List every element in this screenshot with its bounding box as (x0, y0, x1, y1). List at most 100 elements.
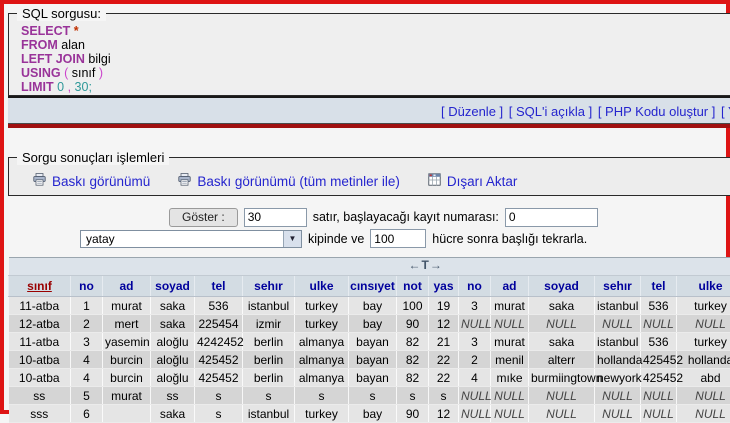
sql-query-legend: SQL sorgusu: (17, 6, 106, 21)
table-cell: istanbul (243, 297, 295, 315)
table-cell: 82 (397, 369, 429, 387)
dropdown-arrow-icon: ▼ (283, 231, 301, 247)
column-header-0-sınıf[interactable]: sınıf (9, 276, 71, 297)
print-view-label: Baskı görünümü (52, 174, 150, 189)
table-cell: 425452 (641, 351, 677, 369)
pagination-line2: yatay ▼ kipinde ve hücre sonra başlığı t… (80, 228, 726, 249)
query-link-3[interactable]: [ Y (721, 104, 730, 119)
table-cell: turkey (677, 297, 730, 315)
table-cell: s (397, 387, 429, 405)
start-record-input[interactable] (505, 208, 598, 227)
table-cell: 536 (195, 297, 243, 315)
table-row: 11-atba3yaseminaloğlu4242452berlinalmany… (9, 333, 730, 351)
print-view-link[interactable]: Baskı görünümü (33, 173, 150, 189)
table-cell: murat (491, 333, 529, 351)
pagination-line1: Göster : satır, başlayacağı kayıt numara… (169, 206, 726, 228)
table-cell: 90 (397, 315, 429, 333)
table-cell: 3 (459, 297, 491, 315)
table-cell: murat (103, 297, 151, 315)
sql-code: SELECT *FROM alanLEFT JOIN bilgiUSING ( … (9, 21, 730, 94)
column-header-11-ad[interactable]: ad (491, 276, 529, 297)
table-cell: bayan (349, 351, 397, 369)
display-direction-toggle[interactable]: ←T→ (409, 258, 443, 272)
table-cell: aloğlu (151, 333, 195, 351)
table-cell: 21 (429, 333, 459, 351)
table-cell: mıke (491, 369, 529, 387)
table-cell: 100 (397, 297, 429, 315)
table-cell: NULL (529, 315, 595, 333)
column-header-2-ad[interactable]: ad (103, 276, 151, 297)
table-cell: 4 (459, 369, 491, 387)
table-cell: burcin (103, 369, 151, 387)
query-link-1[interactable]: [ SQL'i açıkla ] (509, 104, 592, 119)
results-operations-legend: Sorgu sonuçları işlemleri (17, 150, 169, 165)
table-cell: almanya (295, 351, 349, 369)
table-cell: izmir (243, 315, 295, 333)
column-header-12-soyad[interactable]: soyad (529, 276, 595, 297)
row-count-input[interactable] (244, 208, 307, 227)
table-cell: almanya (295, 369, 349, 387)
table-cell: murat (491, 297, 529, 315)
table-cell: NULL (677, 315, 730, 333)
table-cell: 1 (71, 297, 103, 315)
show-button[interactable]: Göster : (169, 208, 238, 227)
table-cell: bay (349, 297, 397, 315)
column-header-15-ulke[interactable]: ulke (677, 276, 730, 297)
table-cell: NULL (595, 387, 641, 405)
table-cell: berlin (243, 333, 295, 351)
table-cell: mert (103, 315, 151, 333)
column-header-4-tel[interactable]: tel (195, 276, 243, 297)
query-link-0[interactable]: [ Düzenle ] (441, 104, 503, 119)
column-header-6-ulke[interactable]: ulke (295, 276, 349, 297)
table-cell: 19 (429, 297, 459, 315)
table-cell: 3 (459, 333, 491, 351)
column-header-10-no[interactable]: no (459, 276, 491, 297)
sql-line: SELECT * (21, 24, 730, 38)
table-cell: alterr (529, 351, 595, 369)
table-cell: saka (151, 297, 195, 315)
repeat-headers-input[interactable] (370, 229, 426, 248)
display-direction-band: ←T→ (9, 258, 730, 276)
results-operations-row: Baskı görünümü Baskı görünümü (tüm metin… (9, 165, 730, 189)
table-cell: 82 (397, 333, 429, 351)
table-cell: 425452 (641, 369, 677, 387)
column-header-7-cınsıyet[interactable]: cınsıyet (349, 276, 397, 297)
table-cell: bayan (349, 333, 397, 351)
export-link[interactable]: Dışarı Aktar (428, 173, 518, 189)
table-cell: berlin (243, 369, 295, 387)
table-cell: hollanda (677, 351, 730, 369)
table-cell: NULL (529, 387, 595, 405)
table-cell: NULL (459, 387, 491, 405)
table-cell: 536 (641, 333, 677, 351)
sql-line: USING ( sınıf ) (21, 66, 730, 80)
table-cell: istanbul (595, 333, 641, 351)
column-header-3-soyad[interactable]: soyad (151, 276, 195, 297)
table-cell: 425452 (195, 351, 243, 369)
table-cell: NULL (641, 387, 677, 405)
print-view-fulltext-link[interactable]: Baskı görünümü (tüm metinler ile) (178, 173, 400, 189)
table-cell: yasemin (103, 333, 151, 351)
query-link-2[interactable]: [ PHP Kodu oluştur ] (598, 104, 716, 119)
display-mode-select[interactable]: yatay ▼ (80, 230, 302, 248)
print-view-fulltext-label: Baskı görünümü (tüm metinler ile) (197, 174, 400, 189)
table-cell: 5 (71, 387, 103, 405)
results-operations-box: Sorgu sonuçları işlemleri Baskı görünümü… (8, 150, 730, 196)
table-row: ss5muratssssssssNULLNULLNULLNULLNULLNULL (9, 387, 730, 405)
column-header-8-not[interactable]: not (397, 276, 429, 297)
table-cell: bayan (349, 369, 397, 387)
table-cell: 22 (429, 351, 459, 369)
table-cell: turkey (295, 315, 349, 333)
column-header-13-sehır[interactable]: sehır (595, 276, 641, 297)
table-cell: 4242452 (195, 333, 243, 351)
column-header-1-no[interactable]: no (71, 276, 103, 297)
table-row: 10-atba4burcinaloğlu425452berlinalmanyab… (9, 351, 730, 369)
table-cell: NULL (459, 315, 491, 333)
column-header-5-sehır[interactable]: sehır (243, 276, 295, 297)
table-cell: saka (529, 333, 595, 351)
column-header-14-tel[interactable]: tel (641, 276, 677, 297)
table-cell: turkey (677, 333, 730, 351)
table-cell: 12 (429, 315, 459, 333)
table-cell: 10-atba (9, 351, 71, 369)
table-cell: istanbul (595, 297, 641, 315)
column-header-9-yas[interactable]: yas (429, 276, 459, 297)
